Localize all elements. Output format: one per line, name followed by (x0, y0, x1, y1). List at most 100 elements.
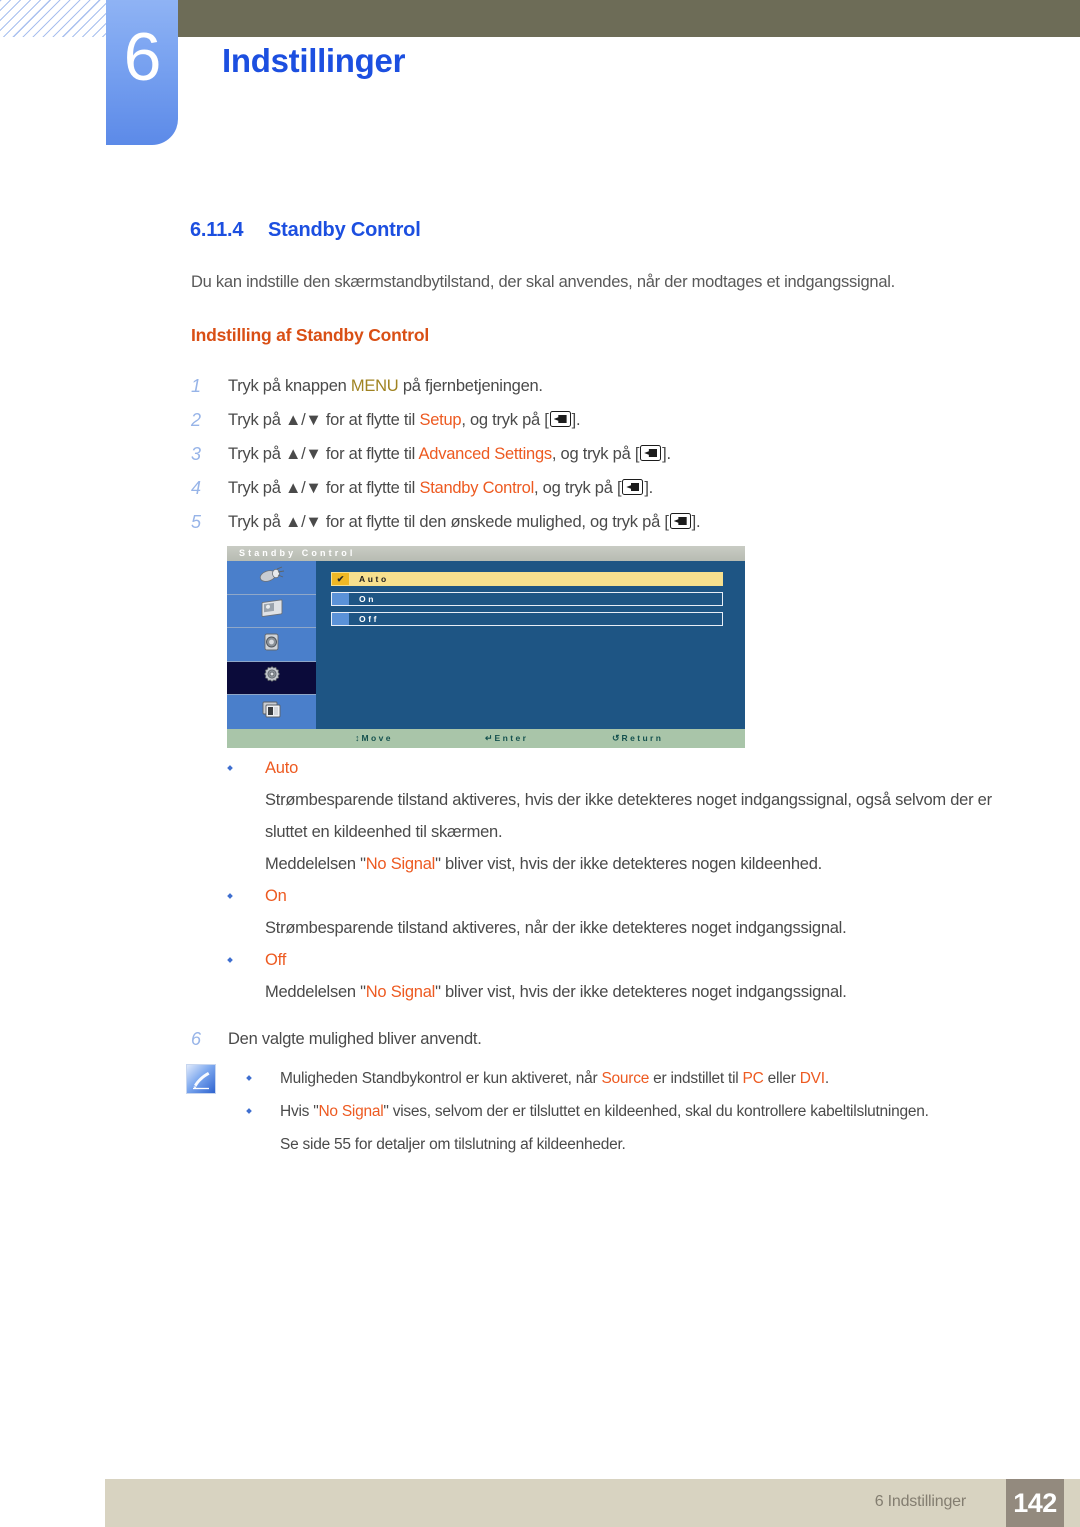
osd-title: Standby Control (239, 548, 356, 558)
osd-sidebar-item-sound[interactable] (227, 628, 316, 662)
step-highlight: Standby Control (419, 479, 535, 497)
osd-titlebar: Standby Control (227, 546, 745, 561)
note-subtext: Se side 55 for detaljer om tilslutning a… (280, 1136, 626, 1153)
osd-footer: ↕ Move ↵ Enter ↺ Return (227, 729, 745, 748)
desc-pre: Meddelelsen " (265, 983, 366, 1001)
option-description: Strømbesparende tilstand aktiveres, når … (265, 919, 847, 937)
desc-pre: Meddelelsen " (265, 855, 366, 873)
step-number: 4 (191, 478, 201, 498)
option-chip (332, 593, 349, 605)
option-bullet: Off (227, 944, 1027, 976)
desc-post: " bliver vist, hvis der ikke detekteres … (435, 983, 847, 1001)
step-final: 6 Den valgte mulighed bliver anvendt. (191, 1022, 1068, 1056)
step-highlight: MENU (350, 377, 399, 395)
osd-screenshot: Standby Control ✔ Auto On Off ↕ Move ↵ E… (227, 546, 745, 748)
osd-sidebar-item-setup[interactable] (227, 661, 316, 696)
page-header: 6 Indstillinger (0, 0, 1080, 160)
desc-highlight: No Signal (365, 983, 436, 1001)
osd-option-row[interactable]: ✔ Auto (331, 572, 723, 586)
spotlight-icon (259, 566, 285, 589)
hatch-decoration (0, 0, 108, 37)
chapter-number: 6 (123, 19, 162, 95)
step-item: 5 Tryk på ▲/▼ for at flytte til den ønske… (191, 505, 1031, 539)
note-bullet-list: Muligheden Standbykontrol er kun aktiver… (245, 1062, 1035, 1161)
step-text: Tryk på ▲/▼ for at flytte til (228, 445, 419, 463)
step-final-text: Den valgte mulighed bliver anvendt. (228, 1030, 482, 1048)
note-highlight-pc: PC (742, 1070, 764, 1087)
note-highlight-source: Source (601, 1070, 650, 1087)
note-bullet: Hvis "No Signal" vises, selvom der er ti… (245, 1095, 1035, 1128)
note-box: Muligheden Standbykontrol er kun aktiver… (186, 1062, 1036, 1161)
enter-key-icon (549, 411, 571, 427)
note-bullet: Muligheden Standbykontrol er kun aktiver… (245, 1062, 1035, 1095)
section-intro: Du kan indstille den skærmstandbytilstan… (191, 273, 895, 291)
step-text-post: , og tryk på [ (461, 411, 549, 429)
desc-post: " bliver vist, hvis der ikke detekteres … (435, 855, 822, 873)
step-item: 3 Tryk på ▲/▼ for at flytte til Advanced … (191, 437, 1031, 471)
osd-option-label: Off (359, 614, 380, 624)
step-text-tail: ]. (571, 411, 581, 429)
enter-key-icon (622, 479, 644, 495)
step-item: 4 Tryk på ▲/▼ for at flytte til Standby C… (191, 471, 1031, 505)
note-text: " vises, selvom der er tilsluttet en kil… (383, 1103, 929, 1120)
option-bullet: On (227, 880, 1027, 912)
step-text: Tryk på ▲/▼ for at flytte til den ønsked… (228, 513, 669, 531)
osd-footer-glyph-icon: ↵ (485, 733, 493, 743)
step-item: 2 Tryk på ▲/▼ for at flytte til Setup, og… (191, 403, 1031, 437)
step-text-post: , og tryk på [ (534, 479, 622, 497)
note-text: er indstillet til (649, 1070, 743, 1087)
step-text-tail: ]. (644, 479, 653, 497)
osd-sidebar-item-spotlight[interactable] (227, 561, 316, 595)
osd-sidebar-item-picture[interactable] (227, 595, 316, 629)
step-text: Tryk på ▲/▼ for at flytte til (228, 411, 420, 429)
osd-footer-label: Return (621, 733, 664, 743)
olive-header-bar (178, 0, 1080, 37)
note-text: . (824, 1070, 829, 1087)
step-highlight: Advanced Settings (418, 445, 553, 463)
osd-option-row[interactable]: Off (331, 612, 723, 626)
option-bullet-label: Auto (265, 759, 299, 777)
note-text: Muligheden Standbykontrol er kun aktiver… (280, 1070, 602, 1087)
picture-icon (259, 598, 285, 623)
osd-footer-glyph-icon: ↺ (612, 733, 620, 743)
enter-key-icon (669, 513, 691, 529)
osd-sidebar (227, 561, 316, 729)
note-pen-icon (186, 1064, 216, 1094)
option-bullet-label: On (265, 887, 287, 905)
osd-footer-item: ↕ Move (355, 732, 393, 745)
step-text: Tryk på knappen (228, 377, 351, 395)
osd-option-row[interactable]: On (331, 592, 723, 606)
enter-key-icon (640, 445, 662, 461)
osd-footer-item: ↺ Return (612, 732, 663, 745)
step-number: 3 (191, 444, 201, 464)
step-text-tail: ]. (691, 513, 701, 531)
section-title: Standby Control (268, 219, 421, 241)
speaker-icon (260, 631, 284, 658)
osd-footer-glyph-icon: ↕ (355, 733, 360, 743)
step-final-number: 6 (191, 1029, 201, 1049)
osd-option-label: On (359, 594, 377, 604)
gear-icon (260, 664, 284, 693)
option-bullet-label: Off (265, 951, 287, 969)
step-item: 1 Tryk på knappen MENU på fjernbetjeninge… (191, 369, 1031, 403)
page-number: 142 (1006, 1479, 1064, 1527)
osd-footer-item: ↵ Enter (485, 732, 528, 745)
option-description: Meddelelsen "No Signal" bliver vist, hvi… (227, 848, 1005, 880)
section-heading: 6.11.4 Standby Control (190, 219, 421, 242)
option-description: Strømbesparende tilstand aktiveres, hvis… (265, 791, 992, 841)
osd-option-list: ✔ Auto On Off (316, 561, 745, 729)
step-text-tail: ]. (662, 445, 671, 463)
step-list: 1 Tryk på knappen MENU på fjernbetjeninge… (191, 369, 1031, 539)
section-number: 6.11.4 (190, 219, 244, 241)
step-text-post: , og tryk på [ (551, 445, 640, 463)
step-number: 5 (191, 512, 201, 532)
checkmark-icon: ✔ (332, 573, 349, 585)
osd-footer-label: Move (361, 733, 393, 743)
osd-footer-label: Enter (494, 733, 529, 743)
note-highlight-nosignal: No Signal (318, 1103, 384, 1120)
osd-sidebar-item-multiscreen[interactable] (227, 695, 316, 729)
step-text-post: på fjernbetjeningen. (398, 377, 543, 395)
option-details: Auto Strømbesparende tilstand aktiveres, … (227, 752, 1027, 1008)
note-text: eller (763, 1070, 800, 1087)
chapter-tab: 6 (106, 0, 178, 145)
